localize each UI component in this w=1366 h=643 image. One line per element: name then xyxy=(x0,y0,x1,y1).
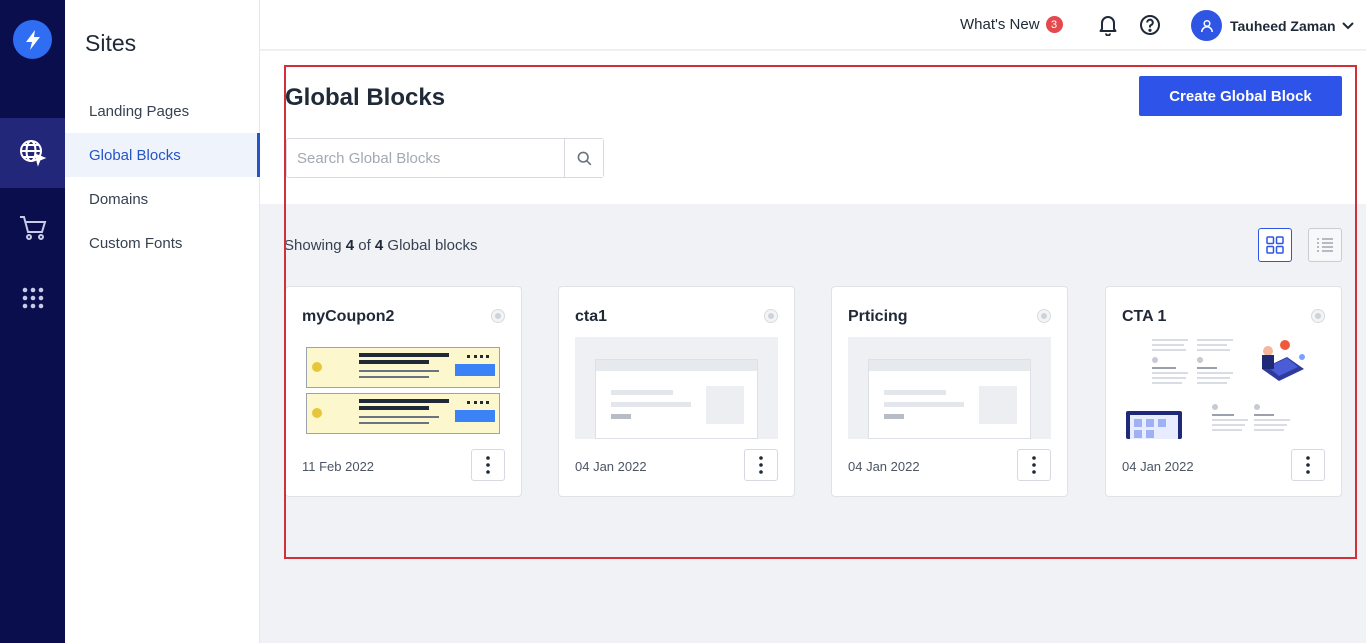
sidebar-item-global-blocks[interactable]: Global Blocks xyxy=(65,133,260,177)
kebab-menu-icon xyxy=(759,456,763,474)
block-title: cta1 xyxy=(575,308,608,325)
block-thumbnail xyxy=(848,337,1051,439)
block-thumbnail xyxy=(575,337,778,439)
results-count-value: 4 xyxy=(345,237,355,254)
kebab-menu-icon xyxy=(1032,456,1036,474)
search-input[interactable] xyxy=(287,139,564,177)
select-radio[interactable] xyxy=(1311,309,1325,323)
block-date: 04 Jan 2022 xyxy=(575,459,647,474)
help-icon[interactable] xyxy=(1139,14,1161,41)
page-title: Global Blocks xyxy=(285,84,446,111)
search-icon xyxy=(577,151,591,165)
bolt-logo-icon[interactable] xyxy=(13,20,52,59)
grid-view-button[interactable] xyxy=(1258,228,1292,262)
select-radio[interactable] xyxy=(764,309,778,323)
user-menu[interactable]: Tauheed Zaman xyxy=(1191,10,1354,41)
apps-grid-icon[interactable] xyxy=(0,263,65,333)
page-header: Global Blocks Create Global Block xyxy=(260,51,1366,204)
more-options-button[interactable] xyxy=(471,449,505,481)
block-thumbnail xyxy=(1122,337,1325,439)
results-of: of xyxy=(354,237,375,254)
select-radio[interactable] xyxy=(1037,309,1051,323)
more-options-button[interactable] xyxy=(744,449,778,481)
whats-new-label: What's New xyxy=(960,16,1040,33)
search-box xyxy=(286,138,604,178)
user-name: Tauheed Zaman xyxy=(1230,17,1336,34)
create-global-block-button[interactable]: Create Global Block xyxy=(1139,76,1342,116)
block-date: 04 Jan 2022 xyxy=(848,459,920,474)
block-thumbnail xyxy=(302,337,505,439)
cart-icon[interactable] xyxy=(0,193,65,263)
block-card[interactable]: CTA 1 04 Jan 2022 xyxy=(1105,286,1342,497)
user-avatar-icon xyxy=(1191,10,1222,41)
results-suffix: Global blocks xyxy=(383,237,478,254)
sidebar-title: Sites xyxy=(85,30,137,56)
sidebar-item-custom-fonts[interactable]: Custom Fonts xyxy=(65,221,260,265)
app-rail xyxy=(0,0,65,643)
chevron-down-icon xyxy=(1341,17,1354,35)
results-prefix: Showing xyxy=(284,237,346,254)
grid-view-icon xyxy=(1266,236,1284,254)
results-count: Showing 4 of 4 Global blocks xyxy=(284,237,477,254)
results-total-value: 4 xyxy=(374,237,384,254)
sites-sidebar: Sites Landing Pages Global Blocks Domain… xyxy=(65,0,260,643)
block-card[interactable]: myCoupon2 11 Feb 2022 xyxy=(285,286,522,497)
more-options-button[interactable] xyxy=(1291,449,1325,481)
list-view-icon xyxy=(1317,238,1333,252)
block-date: 04 Jan 2022 xyxy=(1122,459,1194,474)
sidebar-nav: Landing Pages Global Blocks Domains Cust… xyxy=(65,89,260,265)
kebab-menu-icon xyxy=(486,456,490,474)
search-button[interactable] xyxy=(564,139,603,177)
sidebar-item-landing-pages[interactable]: Landing Pages xyxy=(65,89,260,133)
kebab-menu-icon xyxy=(1306,456,1310,474)
top-header: What's New 3 Tauheed Zaman xyxy=(260,0,1366,50)
list-view-button[interactable] xyxy=(1308,228,1342,262)
select-radio[interactable] xyxy=(491,309,505,323)
whats-new-link[interactable]: What's New 3 xyxy=(960,16,1063,33)
block-title: Prticing xyxy=(848,308,908,325)
sidebar-item-domains[interactable]: Domains xyxy=(65,177,260,221)
globe-cursor-icon[interactable] xyxy=(0,118,65,188)
block-title: myCoupon2 xyxy=(302,308,395,325)
block-card[interactable]: Prticing 04 Jan 2022 xyxy=(831,286,1068,497)
block-title: CTA 1 xyxy=(1122,308,1167,325)
whats-new-badge: 3 xyxy=(1045,16,1063,33)
bell-icon[interactable] xyxy=(1098,14,1118,41)
more-options-button[interactable] xyxy=(1017,449,1051,481)
block-card[interactable]: cta1 04 Jan 2022 xyxy=(558,286,795,497)
block-date: 11 Feb 2022 xyxy=(302,459,375,474)
